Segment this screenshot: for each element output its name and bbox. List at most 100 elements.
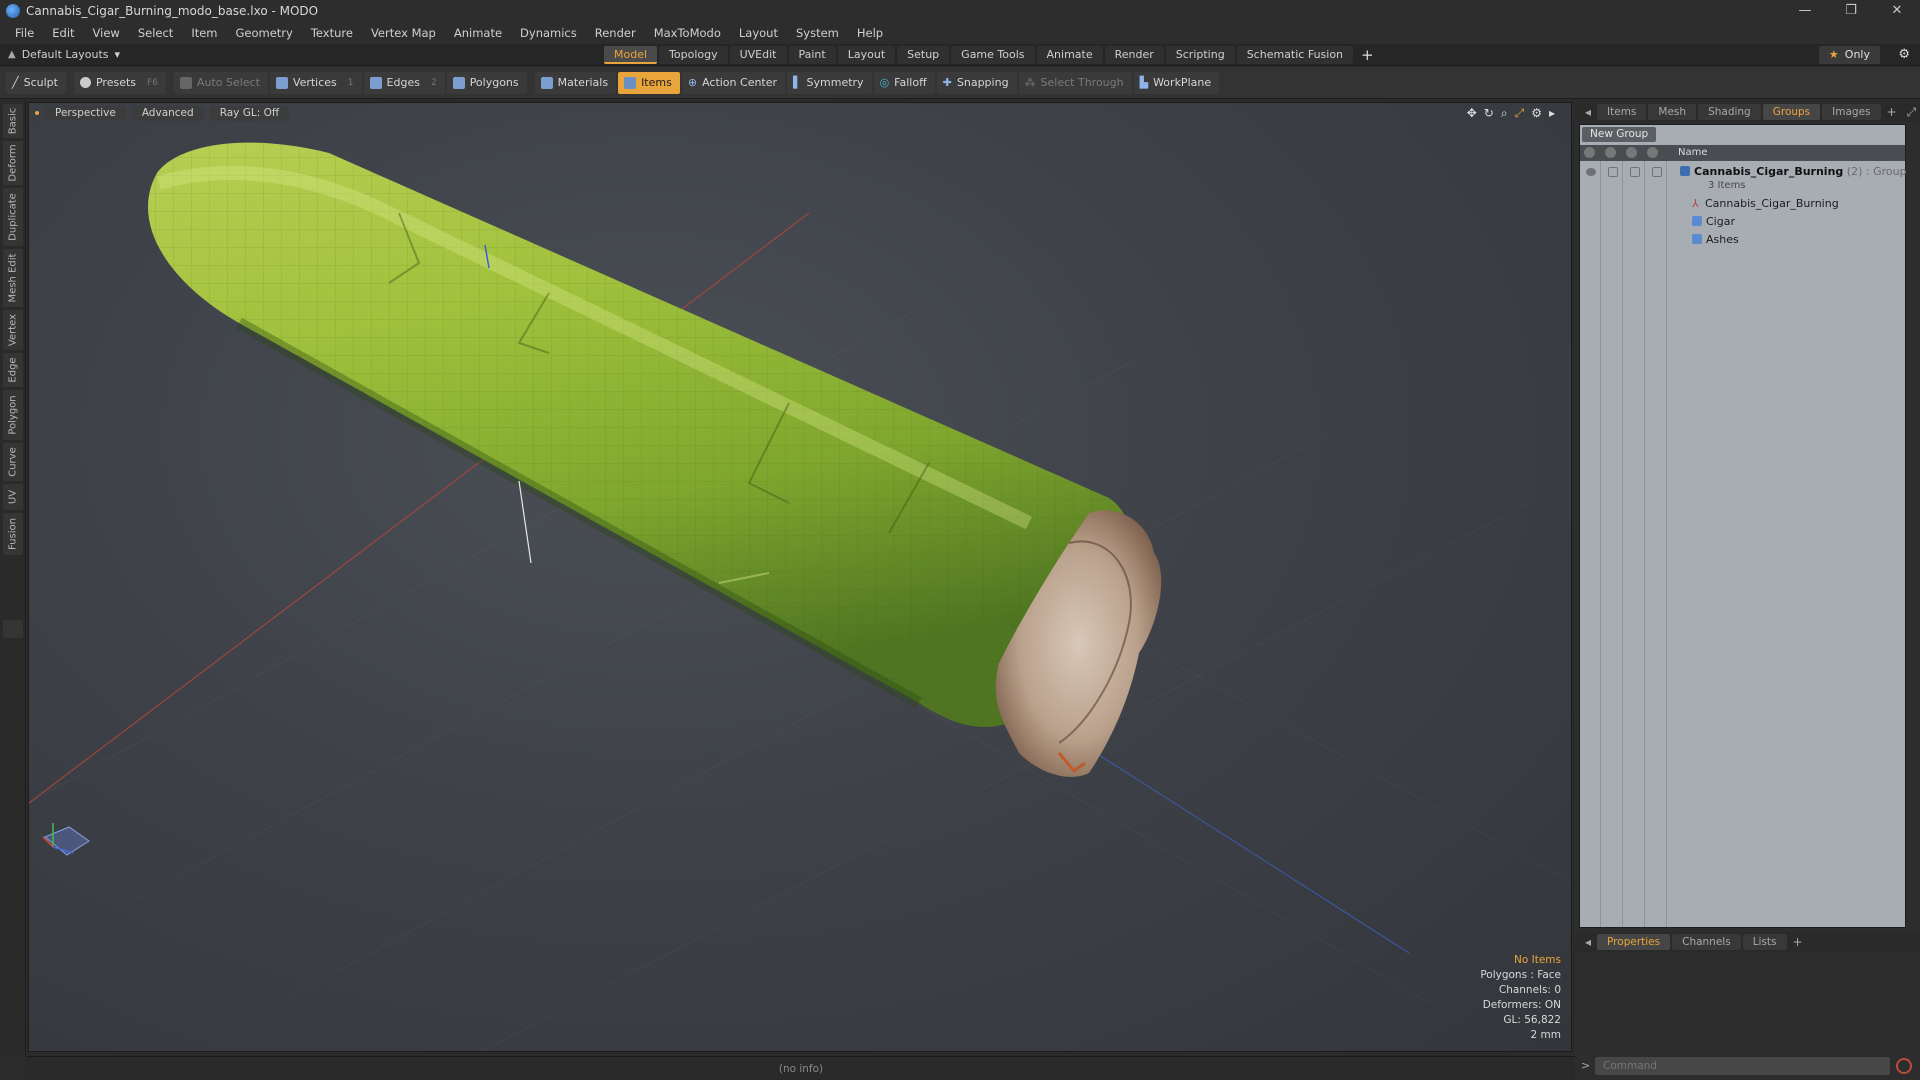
view-mode-button[interactable]: Perspective: [45, 105, 126, 121]
select-through-button[interactable]: ⁂ Select Through: [1018, 71, 1132, 94]
tab-shading[interactable]: Shading: [1698, 104, 1761, 120]
action-center-button[interactable]: ⊕ Action Center: [681, 71, 786, 94]
expand-arrow-icon[interactable]: ▸: [1549, 106, 1555, 121]
falloff-button[interactable]: ◎ Falloff: [873, 71, 935, 94]
items-button[interactable]: Items: [618, 71, 680, 94]
tab-properties[interactable]: Properties: [1597, 934, 1671, 950]
add-tab-plus-icon[interactable]: +: [1355, 46, 1380, 64]
group-render-toggle[interactable]: [1608, 167, 1618, 177]
tab-render[interactable]: Render: [1104, 46, 1164, 64]
menu-select[interactable]: Select: [129, 22, 182, 44]
menu-edit[interactable]: Edit: [43, 22, 83, 44]
workplane-button[interactable]: ▙ WorkPlane: [1133, 71, 1220, 94]
command-execute-icon[interactable]: [1896, 1058, 1912, 1074]
panel-menu-icon[interactable]: ◂: [1581, 105, 1595, 119]
vtab-deform[interactable]: Deform: [3, 141, 23, 185]
menu-dynamics[interactable]: Dynamics: [511, 22, 586, 44]
list-item[interactable]: ⅄ Cannabis_Cigar_Burning: [1692, 195, 1839, 213]
tab-topology[interactable]: Topology: [659, 46, 728, 64]
menu-vertex-map[interactable]: Vertex Map: [362, 22, 445, 44]
vtab-duplicate[interactable]: Duplicate: [3, 188, 23, 246]
tab-scripting[interactable]: Scripting: [1165, 46, 1235, 64]
menu-texture[interactable]: Texture: [302, 22, 362, 44]
vertices-button[interactable]: Vertices 1: [269, 71, 362, 94]
tab-paint[interactable]: Paint: [788, 46, 836, 64]
add-tab-plus-icon[interactable]: +: [1789, 935, 1807, 949]
vtab-edge[interactable]: Edge: [3, 353, 23, 387]
list-item[interactable]: Cigar: [1692, 213, 1735, 231]
menu-render[interactable]: Render: [586, 22, 645, 44]
visibility-column-icon[interactable]: [1584, 147, 1595, 158]
vtab-fusion[interactable]: Fusion: [3, 513, 23, 555]
cigar-model[interactable]: [147, 142, 1137, 727]
vtab-polygon[interactable]: Polygon: [3, 390, 23, 440]
menu-item[interactable]: Item: [182, 22, 226, 44]
select-column-icon[interactable]: [1647, 147, 1658, 158]
vtab-curve[interactable]: Curve: [3, 443, 23, 481]
list-item[interactable]: Ashes: [1692, 231, 1739, 249]
tab-mesh[interactable]: Mesh ...: [1648, 104, 1697, 134]
tab-channels[interactable]: Channels: [1672, 934, 1741, 950]
layout-selector[interactable]: ▲ Default Layouts ▾: [8, 44, 120, 66]
presets-button[interactable]: Presets F6: [73, 71, 166, 94]
group-lock-toggle[interactable]: [1630, 167, 1640, 177]
restore-button[interactable]: ❐: [1828, 0, 1874, 22]
tab-lists[interactable]: Lists: [1742, 934, 1787, 950]
symmetry-button[interactable]: ▌ Symmetry: [787, 71, 872, 94]
minimize-button[interactable]: —: [1782, 0, 1828, 22]
crosshair-icon: ⊕: [687, 75, 698, 89]
menu-help[interactable]: Help: [848, 22, 892, 44]
raygl-button[interactable]: Ray GL: Off: [209, 105, 290, 121]
edges-button[interactable]: Edges 2: [363, 71, 445, 94]
add-tab-plus-icon[interactable]: +: [1883, 105, 1901, 119]
items-icon: [624, 76, 637, 89]
tab-uvedit[interactable]: UVEdit: [729, 46, 787, 64]
vtab-mesh-edit[interactable]: Mesh Edit: [3, 249, 23, 307]
tab-model[interactable]: Model: [604, 46, 658, 64]
auto-select-button[interactable]: Auto Select: [173, 71, 268, 94]
tab-animate[interactable]: Animate: [1036, 46, 1103, 64]
materials-button[interactable]: Materials: [534, 71, 617, 94]
shading-mode-button[interactable]: Advanced: [131, 105, 204, 121]
rotate-icon[interactable]: ↻: [1484, 106, 1494, 121]
close-button[interactable]: ✕: [1874, 0, 1920, 22]
menu-animate[interactable]: Animate: [445, 22, 511, 44]
name-column-header[interactable]: Name: [1678, 145, 1708, 161]
pan-icon[interactable]: ✥: [1467, 106, 1477, 121]
tab-images[interactable]: Images: [1822, 104, 1881, 120]
tab-items[interactable]: Items: [1597, 104, 1647, 120]
only-button[interactable]: ★ Only: [1818, 46, 1880, 64]
vtab-basic[interactable]: Basic: [3, 104, 23, 138]
sculpt-button[interactable]: ╱ Sculpt: [6, 71, 66, 94]
left-panel-toggle[interactable]: [3, 620, 23, 638]
gear-icon[interactable]: ⚙: [1898, 46, 1910, 64]
tab-game-tools[interactable]: Game Tools: [951, 46, 1035, 64]
zoom-icon[interactable]: ⌕: [1501, 106, 1508, 121]
command-input[interactable]: [1595, 1057, 1890, 1075]
vtab-uv[interactable]: UV: [3, 484, 23, 510]
group-select-toggle[interactable]: [1652, 167, 1662, 177]
lock-column-icon[interactable]: [1626, 147, 1637, 158]
vtab-vertex[interactable]: Vertex: [3, 310, 23, 350]
render-column-icon[interactable]: [1605, 147, 1616, 158]
panel-menu-icon[interactable]: ◂: [1581, 935, 1595, 949]
menu-file[interactable]: File: [6, 22, 43, 44]
menu-geometry[interactable]: Geometry: [227, 22, 302, 44]
menu-maxtomodo[interactable]: MaxToModo: [645, 22, 730, 44]
menu-layout[interactable]: Layout: [730, 22, 787, 44]
tab-setup[interactable]: Setup: [897, 46, 950, 64]
fit-icon[interactable]: ⤢: [1515, 106, 1525, 121]
viewport-menu-dot-icon[interactable]: [35, 111, 39, 115]
menu-view[interactable]: View: [84, 22, 129, 44]
tab-schematic-fusion[interactable]: Schematic Fusion: [1236, 46, 1354, 64]
polygons-button[interactable]: Polygons: [446, 71, 527, 94]
3d-viewport[interactable]: Perspective Advanced Ray GL: Off ✥ ↻ ⌕ ⤢…: [28, 102, 1572, 1052]
snapping-button[interactable]: ✚ Snapping: [936, 71, 1017, 94]
maximize-panel-icon[interactable]: ⤢: [1903, 105, 1920, 120]
viewport-settings-icon[interactable]: ⚙: [1531, 106, 1542, 121]
tab-layout[interactable]: Layout: [837, 46, 896, 64]
new-group-button[interactable]: New Group: [1582, 127, 1657, 142]
menu-system[interactable]: System: [787, 22, 848, 44]
tab-groups[interactable]: Groups: [1762, 104, 1821, 120]
group-visibility-eye-icon[interactable]: [1586, 168, 1596, 176]
